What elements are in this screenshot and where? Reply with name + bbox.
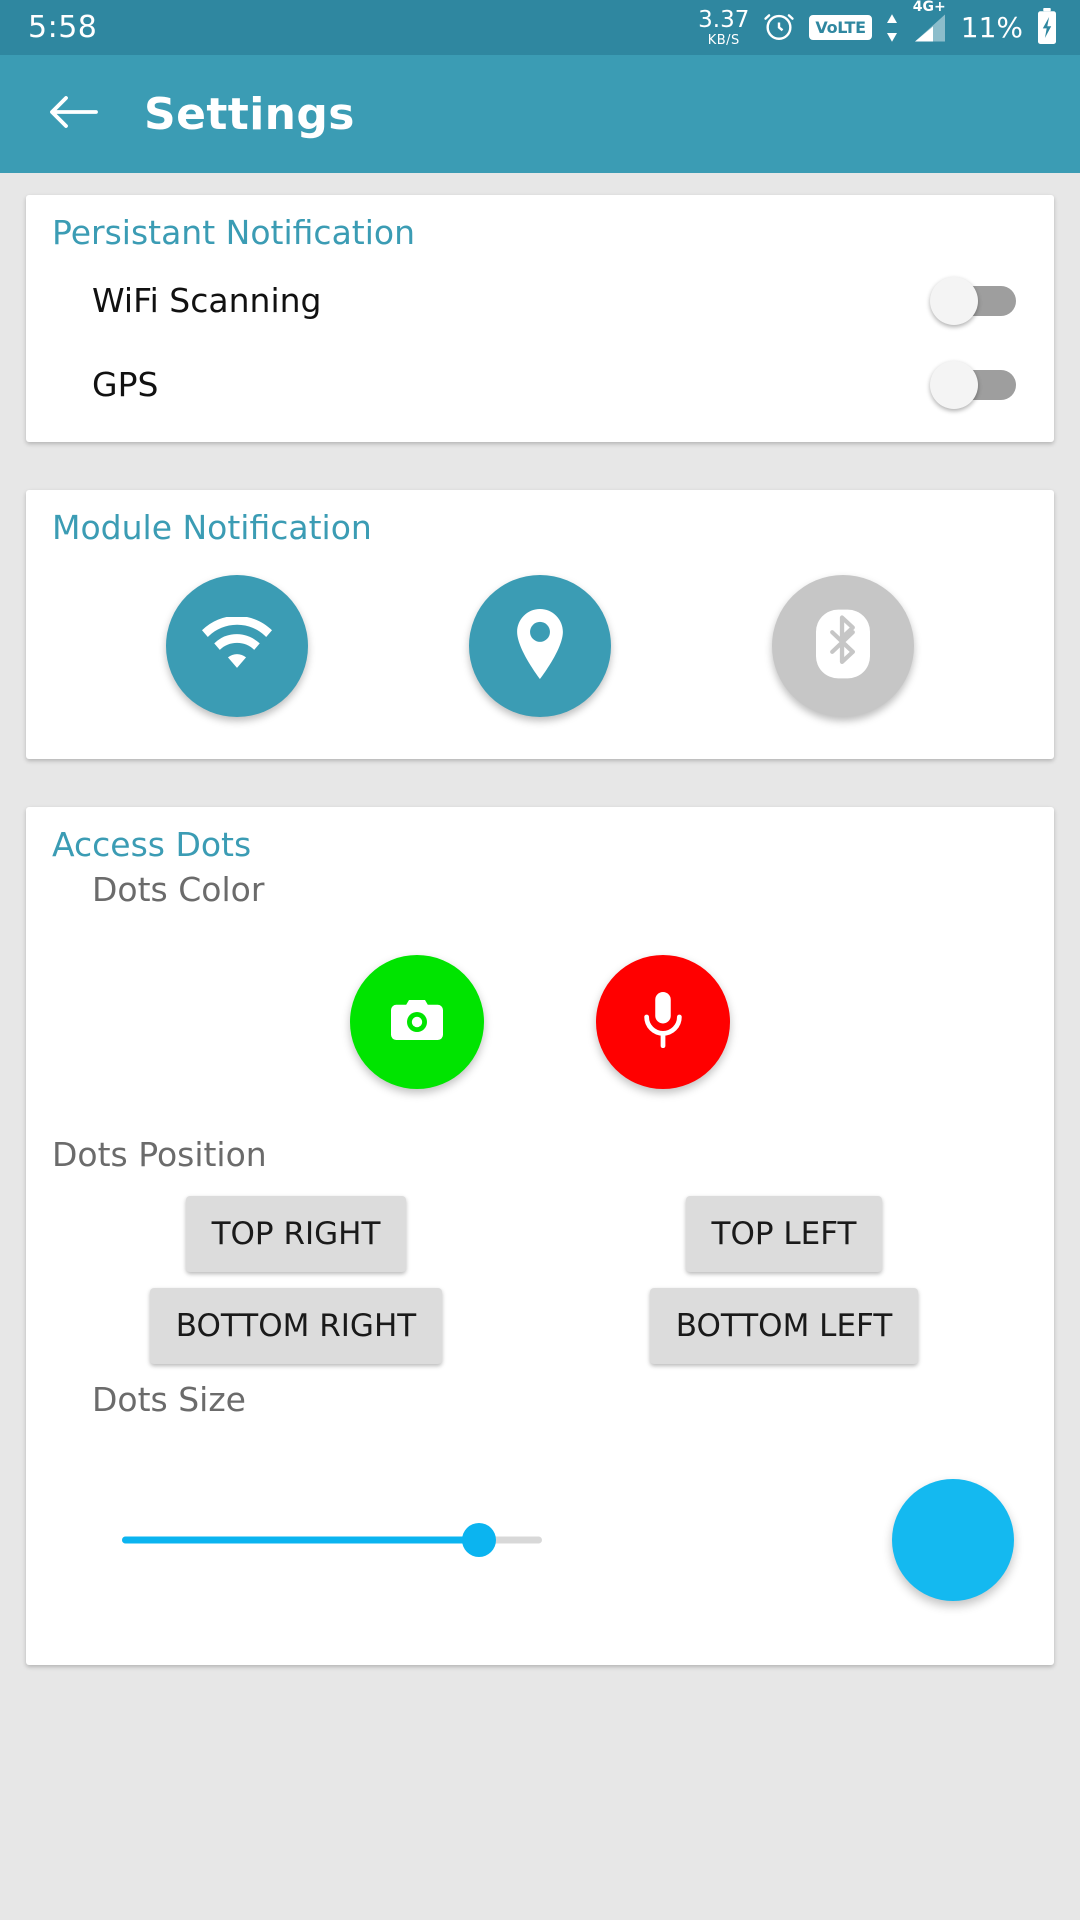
battery-percent-label: 11% [960,11,1023,44]
signal-strength-icon: 4G+ [912,0,948,43]
gps-toggle[interactable] [930,361,1016,409]
gps-row[interactable]: GPS [26,342,1054,426]
toggle-thumb [930,361,978,409]
data-transfer-arrows-icon [885,13,899,43]
charging-battery-icon [1036,7,1058,48]
module-bluetooth-button[interactable] [771,575,914,717]
location-pin-icon [512,609,568,683]
position-top-right-button[interactable]: TOP RIGHT [185,1196,407,1272]
dots-size-label: Dots Size [92,1380,246,1419]
alarm-clock-icon [762,9,796,47]
dots-position-label: Dots Position [52,1135,267,1174]
microphone-dot-color-button[interactable] [596,955,730,1089]
module-wifi-button[interactable] [166,575,309,717]
camera-icon [391,998,443,1046]
slider-fill [122,1536,479,1544]
access-dots-card: Access Dots Dots Color Dots Position TOP… [26,807,1054,1665]
dots-size-preview [892,1479,1014,1601]
network-type-label: 4G+ [912,0,946,15]
position-top-left-button[interactable]: TOP LEFT [685,1196,883,1272]
wifi-scanning-toggle[interactable] [930,277,1016,325]
status-bar-clock: 5:58 [28,10,98,45]
slider-thumb[interactable] [462,1523,496,1557]
module-location-button[interactable] [468,575,611,717]
dots-size-slider[interactable] [122,1520,542,1560]
module-notification-card: Module Notification [26,490,1054,759]
network-speed-unit: KB/S [707,32,740,48]
dots-color-row [26,909,1054,1129]
microphone-icon [642,992,684,1052]
status-bar-icons: 3.37 KB/S VoLTE 4G+ 11% [698,0,1058,48]
camera-dot-color-button[interactable] [350,955,484,1089]
position-bottom-left-button[interactable]: BOTTOM LEFT [649,1288,919,1364]
back-arrow-icon[interactable] [48,92,100,136]
page-title: Settings [144,88,355,140]
wifi-scanning-label: WiFi Scanning [92,280,322,320]
persistant-notification-card: Persistant Notification WiFi Scanning GP… [26,195,1054,442]
volte-icon: VoLTE [809,15,872,40]
app-toolbar: Settings [0,55,1080,173]
dots-color-label: Dots Color [92,870,265,909]
status-bar: 5:58 3.37 KB/S VoLTE 4G+ 11% [0,0,1080,55]
network-speed-value: 3.37 [698,6,750,33]
module-notification-title: Module Notification [52,508,372,547]
module-toggle-row [26,553,1054,743]
network-speed-indicator: 3.37 KB/S [698,6,750,48]
access-dots-title: Access Dots [52,825,252,864]
dots-size-area [26,1419,1054,1649]
gps-label: GPS [92,364,159,404]
wifi-icon [202,615,273,675]
bluetooth-icon [815,609,870,683]
settings-scroll-container[interactable]: Persistant Notification WiFi Scanning GP… [0,173,1080,1665]
wifi-scanning-row[interactable]: WiFi Scanning [26,258,1054,342]
dots-position-grid: TOP RIGHT TOP LEFT BOTTOM RIGHT BOTTOM L… [26,1174,1054,1374]
position-bottom-right-button[interactable]: BOTTOM RIGHT [149,1288,443,1364]
toggle-thumb [930,277,978,325]
persistant-notification-title: Persistant Notification [52,213,415,252]
